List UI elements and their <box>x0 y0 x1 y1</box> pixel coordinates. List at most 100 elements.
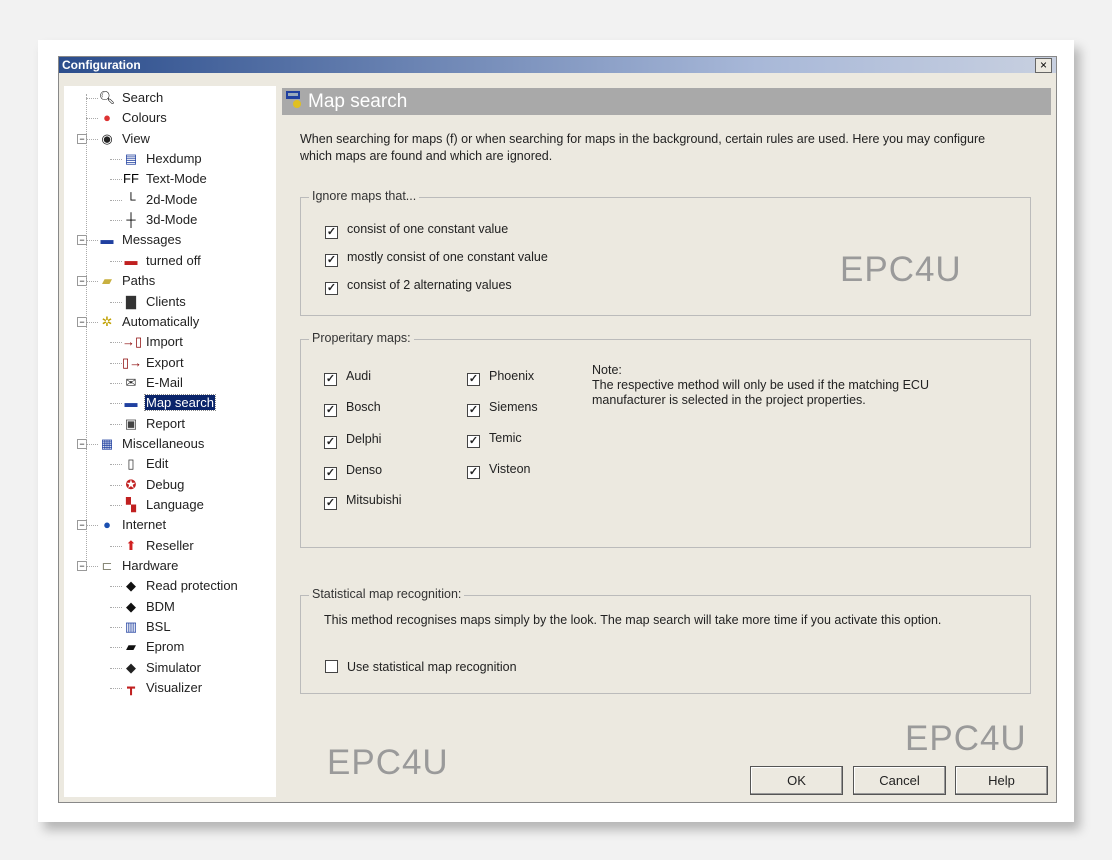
tree-connector <box>110 464 122 466</box>
tree-connector <box>110 647 122 649</box>
checkbox-siemens[interactable]: ✓ Siemens <box>467 400 538 417</box>
checkbox-box[interactable]: ✓ <box>325 282 338 295</box>
tree-item-clients[interactable]: ▇ Clients <box>122 293 187 311</box>
checkbox-box[interactable]: ✓ <box>324 497 337 510</box>
tree-connector <box>110 545 122 547</box>
tree-item-hardware[interactable]: ⊏ Hardware <box>98 557 179 575</box>
cancel-button[interactable]: Cancel <box>853 766 946 795</box>
tree-item-messages[interactable]: ▬ Messages <box>98 231 182 249</box>
tree-item-view[interactable]: ◉ View <box>98 130 151 148</box>
checkbox-constant-value[interactable]: ✓ consist of one constant value <box>325 222 508 239</box>
checkbox-label: Delphi <box>346 432 382 446</box>
tree-connector <box>86 138 98 140</box>
tree-item-label: Internet <box>122 517 167 533</box>
tree-item-label: View <box>122 130 150 146</box>
tree-item-e-mail[interactable]: ✉ E-Mail <box>122 374 184 392</box>
tree-item-read-protection[interactable]: ◆ Read protection <box>122 577 239 595</box>
tree-item-reseller[interactable]: ⬆ Reseller <box>122 537 195 555</box>
checkbox-box[interactable]: ✓ <box>324 467 337 480</box>
checkbox-audi[interactable]: ✓ Audi <box>324 369 371 386</box>
tree-item-import[interactable]: →▯ Import <box>122 333 184 351</box>
tree-item-colours[interactable]: ● Colours <box>98 109 168 127</box>
tree-item-label: Search <box>122 90 164 105</box>
checkbox-statistical-recognition[interactable]: Use statistical map recognition <box>325 660 517 674</box>
tree-item-automatically[interactable]: ✲ Automatically <box>98 313 200 331</box>
tree-item-label: Read protection <box>146 578 238 594</box>
checkbox-box[interactable]: ✓ <box>467 435 480 448</box>
checkbox-box[interactable]: ✓ <box>467 466 480 479</box>
checkbox-box[interactable] <box>325 660 338 673</box>
checkbox-mostly-constant[interactable]: ✓ mostly consist of one constant value <box>325 250 548 267</box>
checkbox-box[interactable]: ✓ <box>324 404 337 417</box>
tree-connector <box>110 627 122 629</box>
top-hat-icon: ▇ <box>126 293 136 309</box>
tree-item-visualizer[interactable]: ┳ Visualizer <box>122 679 203 697</box>
checkbox-box[interactable]: ✓ <box>324 373 337 386</box>
checkbox-mitsubishi[interactable]: ✓ Mitsubishi <box>324 493 402 510</box>
tree-connector <box>86 321 98 323</box>
tree-item-label: BDM <box>146 598 175 614</box>
panel-header: Map search <box>282 88 1051 115</box>
tree-connector <box>110 199 122 201</box>
checkbox-box[interactable]: ✓ <box>467 373 480 386</box>
checkbox-phoenix[interactable]: ✓ Phoenix <box>467 369 534 386</box>
ok-button[interactable]: OK <box>750 766 843 795</box>
tree-item-miscellaneous[interactable]: ▦ Miscellaneous <box>98 435 205 453</box>
tree-item-hexdump[interactable]: ▤ Hexdump <box>122 150 203 168</box>
tree-item-internet[interactable]: ● Internet <box>98 516 167 534</box>
checkbox-box[interactable]: ✓ <box>324 436 337 449</box>
tree-item-debug[interactable]: ✪ Debug <box>122 476 185 494</box>
tree-connector <box>110 382 122 384</box>
tree-item-label: Export <box>146 354 184 370</box>
tree-item-label: Automatically <box>122 313 200 329</box>
tree-item-map-search[interactable]: ▬ Map search <box>122 394 216 412</box>
tree-item-report[interactable]: ▣ Report <box>122 415 186 433</box>
eprom-icon: ▰ <box>126 639 136 655</box>
tree-item-bdm[interactable]: ◆ BDM <box>122 598 176 616</box>
tree-item-turned-off[interactable]: ▬ turned off <box>122 252 202 270</box>
tree-item-text-mode[interactable]: FF Text-Mode <box>122 170 208 188</box>
tree-connector <box>86 525 98 527</box>
close-button[interactable]: × <box>1035 58 1052 73</box>
flag-icon: ▚ <box>126 497 136 512</box>
tree-item-2d-mode[interactable]: └ 2d-Mode <box>122 191 198 209</box>
tree-item-search[interactable]: 🔍︎ Search <box>98 89 164 107</box>
debug-icon: ✪ <box>125 476 137 492</box>
checkbox-box[interactable]: ✓ <box>325 226 338 239</box>
3d-axes-icon: ┼ <box>126 212 136 228</box>
tree-item-bsl[interactable]: ▥ BSL <box>122 618 172 636</box>
tree-item-label: turned off <box>146 252 201 268</box>
tree-connector <box>86 281 98 283</box>
checkbox-temic[interactable]: ✓ Temic <box>467 431 522 448</box>
tree-connector <box>86 566 98 568</box>
tree-connector <box>110 403 122 405</box>
checkbox-box[interactable]: ✓ <box>325 254 338 267</box>
tree-item-3d-mode[interactable]: ┼ 3d-Mode <box>122 211 198 229</box>
help-button[interactable]: Help <box>955 766 1048 795</box>
tree-item-language[interactable]: ▚ Language <box>122 496 205 514</box>
tree-connector <box>110 342 122 344</box>
checkbox-delphi[interactable]: ✓ Delphi <box>324 432 381 449</box>
watermark: EPC4U <box>840 250 962 289</box>
statistical-description: This method recognises maps simply by th… <box>324 613 942 627</box>
eye-icon: ◉ <box>101 130 113 146</box>
tree-connector <box>86 98 98 99</box>
checkbox-denso[interactable]: ✓ Denso <box>324 463 382 480</box>
tree-item-simulator[interactable]: ◆ Simulator <box>122 659 202 677</box>
note-title: Note: <box>592 363 622 377</box>
tree-connector <box>86 94 87 567</box>
tree-connector <box>110 586 122 588</box>
checkbox-box[interactable]: ✓ <box>467 404 480 417</box>
tree-item-edit[interactable]: ▯ Edit <box>122 455 169 473</box>
tree-item-eprom[interactable]: ▰ Eprom <box>122 638 185 656</box>
checkbox-label: consist of one constant value <box>347 222 509 236</box>
hexdump-icon: ▤ <box>124 151 138 167</box>
checkbox-alternating-values[interactable]: ✓ consist of 2 alternating values <box>325 278 512 295</box>
checkbox-bosch[interactable]: ✓ Bosch <box>324 400 381 417</box>
checkbox-visteon[interactable]: ✓ Visteon <box>467 462 530 479</box>
tree-connector <box>110 220 122 222</box>
tree-connector <box>110 423 122 425</box>
tree-item-paths[interactable]: ▰ Paths <box>98 272 156 290</box>
tree-item-export[interactable]: ▯→ Export <box>122 354 185 372</box>
export-icon: ▯→ <box>122 354 143 370</box>
